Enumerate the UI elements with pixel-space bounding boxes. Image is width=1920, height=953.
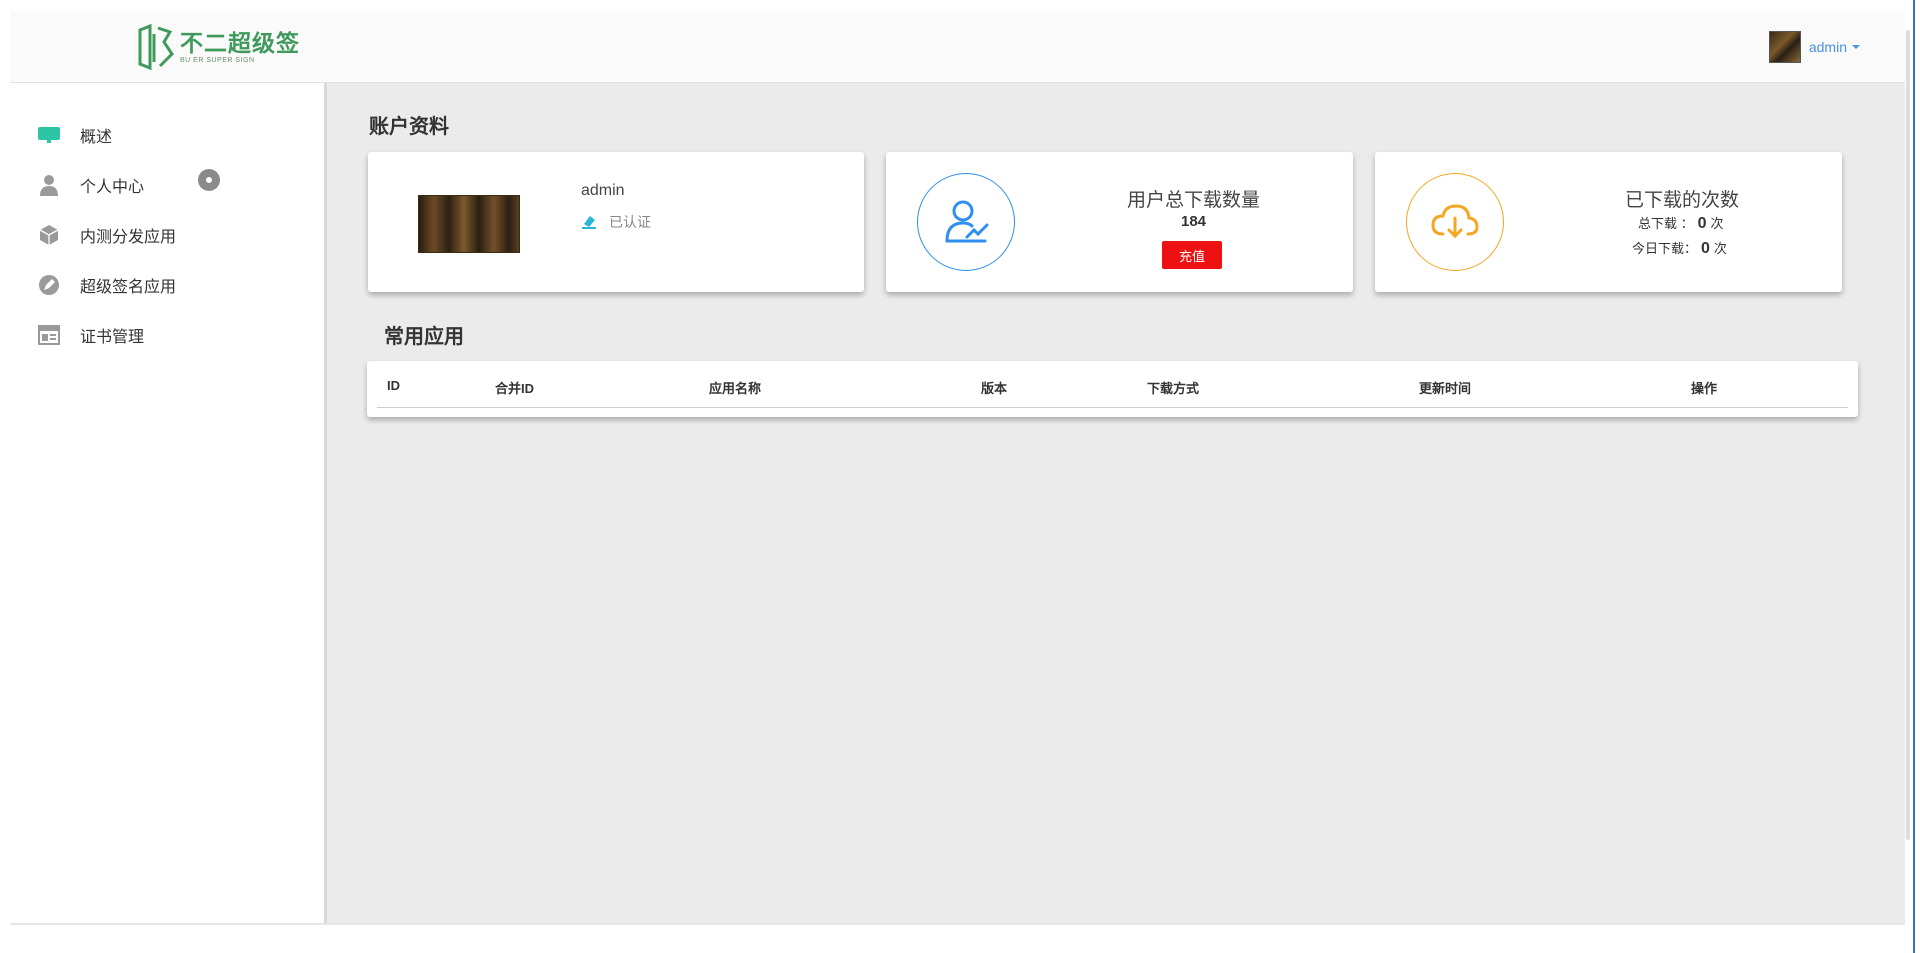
today-downloads: 今日下载： 0 次 — [1632, 238, 1727, 258]
pen-icon — [38, 274, 60, 296]
logo-mark-icon — [138, 24, 174, 70]
column-header[interactable]: ID — [387, 378, 400, 393]
sidebar-item-certificates[interactable]: 证书管理 — [38, 320, 144, 350]
column-header[interactable]: 应用名称 — [709, 378, 761, 397]
sidebar-item-beta-distribution[interactable]: 内测分发应用 — [38, 220, 176, 250]
cloud-download-icon — [1406, 173, 1504, 271]
profile-name: admin — [581, 182, 625, 199]
header-divider — [377, 407, 1848, 408]
sidebar-item-label: 概述 — [80, 129, 113, 146]
caret-down-icon[interactable] — [1852, 45, 1860, 49]
monitor-icon — [38, 124, 60, 146]
download-count-value: 184 — [1181, 213, 1207, 230]
package-icon — [38, 224, 60, 246]
brand-name: 不二超级签 — [180, 30, 300, 56]
window-edge — [1913, 0, 1915, 953]
sidebar-item-label: 个人中心 — [80, 179, 145, 196]
column-header[interactable]: 下载方式 — [1147, 378, 1199, 397]
user-icon — [38, 174, 60, 196]
profile-image — [418, 195, 520, 253]
total-downloads: 总下载 ： 0 次 — [1638, 213, 1724, 233]
avatar[interactable] — [1768, 31, 1801, 63]
total-downloads-value: 0 — [1697, 215, 1707, 232]
total-downloads-unit: 次 — [1710, 216, 1724, 231]
scrollbar[interactable] — [1906, 30, 1910, 840]
section-title-account: 账户资料 — [369, 116, 449, 138]
recharge-button[interactable]: 充值 — [1162, 241, 1222, 269]
profile-card: admin 已认证 — [368, 152, 864, 292]
column-header[interactable]: 版本 — [981, 378, 1007, 397]
brand-logo[interactable]: 不二超级签 BU ER SUPER SIGN — [136, 23, 300, 71]
user-chart-icon — [917, 173, 1015, 271]
sidebar-item-super-sign[interactable]: 超级签名应用 — [38, 270, 176, 300]
sidebar-item-overview[interactable]: 概述 — [38, 120, 112, 150]
section-title-apps: 常用应用 — [384, 326, 464, 348]
username[interactable]: admin — [1809, 39, 1847, 55]
today-downloads-label: 今日下载： — [1632, 241, 1698, 256]
sidebar-item-label: 内测分发应用 — [80, 229, 177, 246]
column-header[interactable]: 合并ID — [495, 378, 534, 397]
sidebar-item-profile[interactable]: 个人中心 — [38, 170, 144, 200]
today-downloads-unit: 次 — [1713, 241, 1727, 256]
brand-subtitle: BU ER SUPER SIGN — [180, 57, 255, 64]
eraser-icon — [582, 216, 596, 229]
download-count-card: 用户总下载数量 184 充值 — [886, 152, 1353, 292]
column-header[interactable]: 操作 — [1691, 378, 1717, 397]
sidebar-item-label: 超级签名应用 — [80, 279, 177, 296]
downloaded-times-title: 已下载的次数 — [1625, 190, 1740, 211]
column-header[interactable]: 更新时间 — [1419, 378, 1471, 397]
main-content: 账户资料 admin 已认证 用户总下载数量 184 充值 已下载的次数 总下载… — [327, 83, 1905, 923]
top-header: 不二超级签 BU ER SUPER SIGN admin — [10, 11, 1905, 83]
downloaded-times-card: 已下载的次数 总下载 ： 0 次 今日下载： 0 次 — [1375, 152, 1842, 292]
apps-table: ID 合并ID 应用名称 版本 下载方式 更新时间 操作 — [367, 361, 1858, 417]
cert-status: 已认证 — [581, 212, 651, 232]
sidebar-item-label: 证书管理 — [80, 329, 145, 346]
cert-status-label: 已认证 — [609, 214, 651, 230]
bottom-divider — [10, 923, 1905, 925]
app-window: 不二超级签 BU ER SUPER SIGN admin 概述 个人中心 内测分… — [0, 0, 1920, 953]
user-menu[interactable]: admin — [1768, 31, 1860, 63]
floating-record-button[interactable] — [198, 169, 220, 191]
today-downloads-value: 0 — [1701, 240, 1710, 257]
table-icon — [38, 324, 60, 346]
download-count-title: 用户总下载数量 — [1127, 190, 1261, 211]
total-downloads-label: 总下载 ： — [1638, 216, 1694, 231]
sidebar: 概述 个人中心 内测分发应用 超级签名应用 证书管理 — [10, 83, 327, 923]
